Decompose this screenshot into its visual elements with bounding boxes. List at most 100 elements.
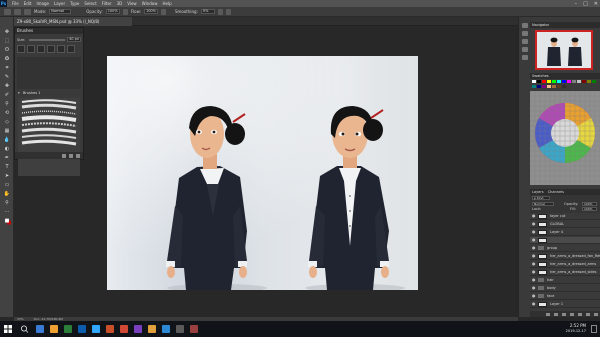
properties-icon[interactable] <box>522 31 528 36</box>
layer-row[interactable]: ● GLOBAL <box>530 221 600 228</box>
clone-stamp-icon[interactable]: ⚲ <box>3 101 11 107</box>
menu-select[interactable]: Select <box>84 1 96 6</box>
taskbar-app-icon[interactable] <box>120 325 128 333</box>
layer-opacity-field[interactable]: 100% <box>582 202 597 206</box>
navigator-preview[interactable] <box>535 30 593 70</box>
layer-style-icon[interactable] <box>554 312 558 316</box>
menu-3d[interactable]: 3D <box>117 1 123 6</box>
visibility-eye-icon[interactable]: ● <box>532 262 536 266</box>
smoothing-field[interactable]: 0% <box>200 9 215 14</box>
layer-row[interactable]: ● <box>530 237 600 244</box>
menu-type[interactable]: Type <box>70 1 79 6</box>
minimize-icon[interactable]: – <box>575 1 578 7</box>
windows-start-icon[interactable] <box>4 325 12 333</box>
swatch[interactable] <box>532 84 536 88</box>
visibility-eye-icon[interactable]: ● <box>532 238 536 242</box>
brush-size-field[interactable]: 40 px <box>67 37 81 42</box>
swatch[interactable] <box>547 84 551 88</box>
move-icon[interactable]: ✥ <box>3 29 11 35</box>
taskbar-app-icon[interactable] <box>64 325 72 333</box>
notifications-icon[interactable] <box>591 325 597 333</box>
mode-select[interactable]: Normal <box>49 9 72 14</box>
swatch[interactable] <box>537 84 541 88</box>
close-icon[interactable]: ✕ <box>594 1 598 7</box>
fg-bg-color-icon[interactable]: ■ <box>3 218 11 224</box>
tab-channels[interactable]: Channels <box>548 190 564 194</box>
menu-edit[interactable]: Edit <box>24 1 32 6</box>
eyedropper-icon[interactable]: ✎ <box>3 74 11 80</box>
new-brush-icon[interactable] <box>69 153 73 158</box>
visibility-eye-icon[interactable]: ● <box>532 302 536 306</box>
recent-brush-4[interactable] <box>47 45 55 53</box>
adjustments-icon[interactable] <box>522 39 528 44</box>
visibility-eye-icon[interactable]: ● <box>532 294 536 298</box>
recent-brush-3[interactable] <box>37 45 45 53</box>
swatch[interactable] <box>552 80 556 83</box>
photoshop-logo-icon[interactable]: Ps <box>0 0 7 7</box>
type-icon[interactable]: T <box>3 164 11 170</box>
taskbar-app-icon[interactable] <box>36 325 44 333</box>
layer-row[interactable]: ● her_arms_a_dressed_fan_Ref <box>530 253 600 260</box>
swatch[interactable] <box>562 80 566 83</box>
taskbar-app-icon[interactable] <box>190 325 198 333</box>
pressure-opacity-icon[interactable] <box>122 8 128 15</box>
layer-mask-icon[interactable] <box>562 312 566 316</box>
menu-file[interactable]: File <box>12 1 19 6</box>
menu-filter[interactable]: Filter <box>102 1 112 6</box>
blur-icon[interactable]: 💧 <box>3 137 11 143</box>
layer-fill-field[interactable]: 100% <box>582 207 597 211</box>
menu-window[interactable]: Window <box>142 1 158 6</box>
menu-image[interactable]: Image <box>36 1 49 6</box>
flow-field[interactable]: 100% <box>143 9 158 14</box>
brush-stroke-list[interactable] <box>18 98 80 176</box>
brush-preset-picker-icon[interactable] <box>14 8 21 15</box>
menu-view[interactable]: View <box>127 1 137 6</box>
dodge-icon[interactable]: ◐ <box>3 146 11 152</box>
lasso-icon[interactable]: ʘ <box>3 47 11 53</box>
recent-brush-1[interactable] <box>17 45 25 53</box>
visibility-eye-icon[interactable]: ● <box>532 246 536 250</box>
visibility-eye-icon[interactable]: ● <box>532 278 536 282</box>
menu-layer[interactable]: Layer <box>54 1 65 6</box>
color-wheel-panel[interactable] <box>530 91 600 185</box>
document-tab[interactable]: Z9-x80_SkalVR_MSN.psd @ 33% (l_NQ/8) <box>14 17 132 26</box>
swatch[interactable] <box>557 80 561 83</box>
swatch[interactable] <box>557 84 561 88</box>
symmetry-icon[interactable] <box>225 8 231 15</box>
hand-icon[interactable]: ✋ <box>3 191 11 197</box>
swatch[interactable] <box>562 84 566 88</box>
opacity-field[interactable]: 100% <box>105 9 120 14</box>
swatch[interactable] <box>552 84 556 88</box>
history-brush-icon[interactable]: ⟲ <box>3 110 11 116</box>
swatch[interactable] <box>547 80 551 83</box>
history-icon[interactable] <box>522 23 528 28</box>
new-brush-group-icon[interactable] <box>62 153 66 158</box>
eraser-icon[interactable]: ◇ <box>3 119 11 125</box>
swatch[interactable] <box>577 80 581 83</box>
taskbar-app-icon[interactable] <box>92 325 100 333</box>
layer-row[interactable]: ● her_arms_a_dressed_arms <box>530 261 600 268</box>
gradient-icon[interactable]: ▦ <box>3 128 11 134</box>
brush-folders[interactable] <box>17 57 81 89</box>
taskbar-app-icon[interactable] <box>134 325 142 333</box>
maximize-icon[interactable]: □ <box>583 1 588 7</box>
swatch[interactable] <box>532 80 536 83</box>
delete-brush-icon[interactable] <box>76 153 80 158</box>
document-canvas[interactable] <box>107 56 418 290</box>
chevron-down-icon[interactable]: ▾ <box>18 91 20 95</box>
healing-icon[interactable]: ✚ <box>3 83 11 89</box>
blend-mode-select[interactable]: Normal <box>532 202 554 206</box>
visibility-eye-icon[interactable]: ● <box>532 222 536 226</box>
swatch[interactable] <box>537 80 541 83</box>
airbrush-icon[interactable] <box>160 8 166 15</box>
layer-group-row[interactable]: ● face <box>530 293 600 300</box>
visibility-eye-icon[interactable]: ● <box>532 230 536 234</box>
layer-row[interactable]: ● Layer 1 <box>530 301 600 308</box>
new-layer-icon[interactable] <box>586 312 590 316</box>
character-icon[interactable] <box>522 55 528 60</box>
layer-row[interactable]: ● layer cut <box>530 213 600 220</box>
layer-row[interactable]: ● her_arms_a_dressed_sides <box>530 269 600 276</box>
brush-size-slider[interactable] <box>29 39 65 41</box>
layer-filter-kind[interactable]: ρ Kind <box>532 196 550 200</box>
layer-group-row[interactable]: ● body <box>530 285 600 292</box>
